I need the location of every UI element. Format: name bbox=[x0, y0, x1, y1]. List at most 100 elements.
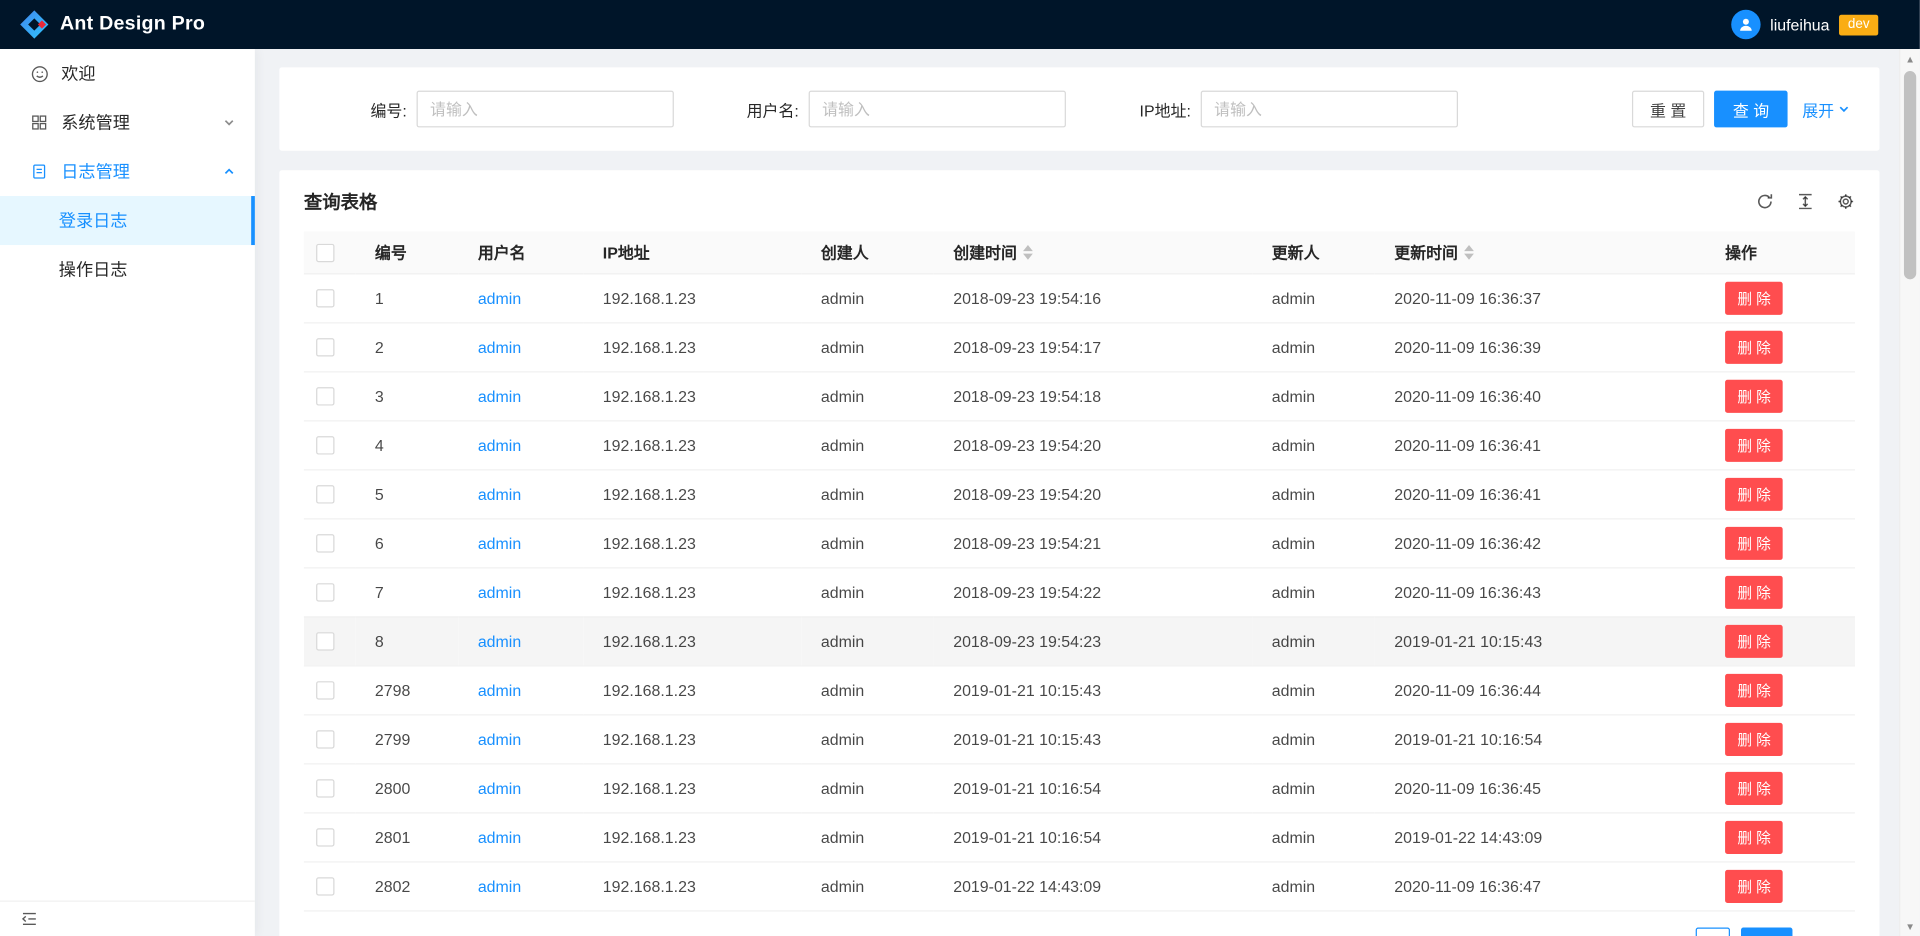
cell-creator: admin bbox=[801, 371, 933, 420]
username-link[interactable]: admin bbox=[478, 289, 521, 307]
delete-button[interactable]: 删 除 bbox=[1725, 477, 1783, 510]
username-link[interactable]: admin bbox=[478, 877, 521, 895]
sidebar-item-system-mgmt[interactable]: 系统管理 bbox=[0, 98, 255, 147]
row-checkbox[interactable] bbox=[315, 485, 333, 503]
cell-username: admin bbox=[458, 322, 583, 371]
username-link[interactable]: admin bbox=[478, 779, 521, 797]
cell-ip: 192.168.1.23 bbox=[583, 273, 801, 322]
row-checkbox[interactable] bbox=[315, 632, 333, 650]
cell-username: admin bbox=[458, 469, 583, 518]
user-avatar[interactable] bbox=[1731, 10, 1760, 39]
username-link[interactable]: admin bbox=[478, 632, 521, 650]
cell-creator: admin bbox=[801, 273, 933, 322]
query-button[interactable]: 查 询 bbox=[1714, 91, 1787, 128]
cell-updated: 2020-11-09 16:36:37 bbox=[1375, 273, 1706, 322]
cell-updated: 2020-11-09 16:36:40 bbox=[1375, 371, 1706, 420]
sidebar-item-label: 系统管理 bbox=[61, 110, 130, 135]
scrollbar-thumb[interactable] bbox=[1904, 71, 1916, 279]
username-link[interactable]: admin bbox=[478, 828, 521, 846]
row-checkbox[interactable] bbox=[315, 681, 333, 699]
id-input[interactable] bbox=[417, 91, 674, 128]
select-all-checkbox[interactable] bbox=[315, 244, 333, 262]
app-header: Ant Design Pro liufeihua dev bbox=[0, 0, 1920, 49]
env-badge: dev bbox=[1839, 14, 1878, 35]
row-checkbox[interactable] bbox=[315, 877, 333, 895]
cell-action: 删 除 bbox=[1705, 714, 1854, 763]
row-checkbox[interactable] bbox=[315, 730, 333, 748]
cell-updated: 2020-11-09 16:36:44 bbox=[1375, 665, 1706, 714]
app-logo[interactable]: Ant Design Pro bbox=[20, 10, 205, 39]
sidebar-item-label: 日志管理 bbox=[61, 159, 130, 184]
row-checkbox[interactable] bbox=[315, 779, 333, 797]
row-checkbox[interactable] bbox=[315, 338, 333, 356]
username-link[interactable]: admin bbox=[478, 681, 521, 699]
username-link[interactable]: admin bbox=[478, 338, 521, 356]
column-height-icon[interactable] bbox=[1795, 191, 1815, 211]
ip-input[interactable] bbox=[1201, 91, 1458, 128]
toolbar-icons bbox=[1754, 191, 1854, 211]
username-link[interactable]: admin bbox=[478, 534, 521, 552]
refresh-icon[interactable] bbox=[1754, 191, 1774, 211]
delete-button[interactable]: 删 除 bbox=[1725, 820, 1783, 853]
col-header-updated[interactable]: 更新时间 bbox=[1375, 232, 1706, 274]
cell-created: 2019-01-21 10:16:54 bbox=[934, 812, 1253, 861]
log-file-icon bbox=[29, 162, 49, 182]
sidebar-item-login-log[interactable]: 登录日志 bbox=[0, 196, 255, 245]
sidebar-item-welcome[interactable]: 欢迎 bbox=[0, 49, 255, 98]
vertical-scrollbar[interactable]: ▲ ▼ bbox=[1899, 49, 1920, 936]
cell-creator: admin bbox=[801, 763, 933, 812]
delete-button[interactable]: 删 除 bbox=[1725, 330, 1783, 363]
username-input[interactable] bbox=[809, 91, 1066, 128]
username-link[interactable]: admin bbox=[478, 485, 521, 503]
delete-button[interactable]: 删 除 bbox=[1725, 526, 1783, 559]
row-checkbox[interactable] bbox=[315, 583, 333, 601]
sidebar-item-op-log[interactable]: 操作日志 bbox=[0, 245, 255, 294]
cell-id: 5 bbox=[355, 469, 458, 518]
username-link[interactable]: admin bbox=[478, 583, 521, 601]
scroll-down-arrow-icon[interactable]: ▼ bbox=[1900, 916, 1920, 936]
table-row: 7 admin 192.168.1.23 admin 2018-09-23 19… bbox=[304, 567, 1855, 616]
menu-fold-icon bbox=[21, 910, 38, 927]
delete-button[interactable]: 删 除 bbox=[1725, 771, 1783, 804]
row-checkbox-cell bbox=[304, 616, 355, 665]
cell-created: 2019-01-22 14:43:09 bbox=[934, 861, 1253, 910]
col-header-created[interactable]: 创建时间 bbox=[934, 232, 1253, 274]
table-row: 2800 admin 192.168.1.23 admin 2019-01-21… bbox=[304, 763, 1855, 812]
delete-button[interactable]: 删 除 bbox=[1725, 281, 1783, 314]
cell-action: 删 除 bbox=[1705, 371, 1854, 420]
username-link[interactable]: admin bbox=[478, 387, 521, 405]
username-link[interactable]: admin bbox=[478, 730, 521, 748]
username-link[interactable]: admin bbox=[478, 436, 521, 454]
delete-button[interactable]: 删 除 bbox=[1725, 869, 1783, 902]
delete-button[interactable]: 删 除 bbox=[1725, 428, 1783, 461]
delete-button[interactable]: 删 除 bbox=[1725, 673, 1783, 706]
row-checkbox[interactable] bbox=[315, 828, 333, 846]
username-text[interactable]: liufeihua bbox=[1770, 15, 1829, 33]
table-row: 4 admin 192.168.1.23 admin 2018-09-23 19… bbox=[304, 420, 1855, 469]
table-row: 6 admin 192.168.1.23 admin 2018-09-23 19… bbox=[304, 518, 1855, 567]
cell-action: 删 除 bbox=[1705, 322, 1854, 371]
chevron-down-icon bbox=[223, 116, 235, 128]
row-checkbox-cell bbox=[304, 469, 355, 518]
pagination-primary-button[interactable] bbox=[1741, 927, 1792, 936]
settings-gear-icon[interactable] bbox=[1835, 191, 1855, 211]
scroll-up-arrow-icon[interactable]: ▲ bbox=[1900, 49, 1920, 69]
cell-created: 2018-09-23 19:54:20 bbox=[934, 420, 1253, 469]
delete-button[interactable]: 删 除 bbox=[1725, 722, 1783, 755]
row-checkbox[interactable] bbox=[315, 289, 333, 307]
delete-button[interactable]: 删 除 bbox=[1725, 379, 1783, 412]
delete-button[interactable]: 删 除 bbox=[1725, 624, 1783, 657]
cell-id: 7 bbox=[355, 567, 458, 616]
expand-link[interactable]: 展开 bbox=[1802, 97, 1850, 120]
delete-button[interactable]: 删 除 bbox=[1725, 575, 1783, 608]
cell-updated: 2020-11-09 16:36:39 bbox=[1375, 322, 1706, 371]
sidebar-item-log-mgmt[interactable]: 日志管理 bbox=[0, 147, 255, 196]
sidebar-collapse-trigger[interactable] bbox=[0, 901, 255, 936]
row-checkbox[interactable] bbox=[315, 387, 333, 405]
row-checkbox[interactable] bbox=[315, 534, 333, 552]
cell-creator: admin bbox=[801, 567, 933, 616]
pagination-page-button[interactable] bbox=[1696, 927, 1730, 936]
row-checkbox[interactable] bbox=[315, 436, 333, 454]
cell-ip: 192.168.1.23 bbox=[583, 714, 801, 763]
reset-button[interactable]: 重 置 bbox=[1632, 91, 1705, 128]
